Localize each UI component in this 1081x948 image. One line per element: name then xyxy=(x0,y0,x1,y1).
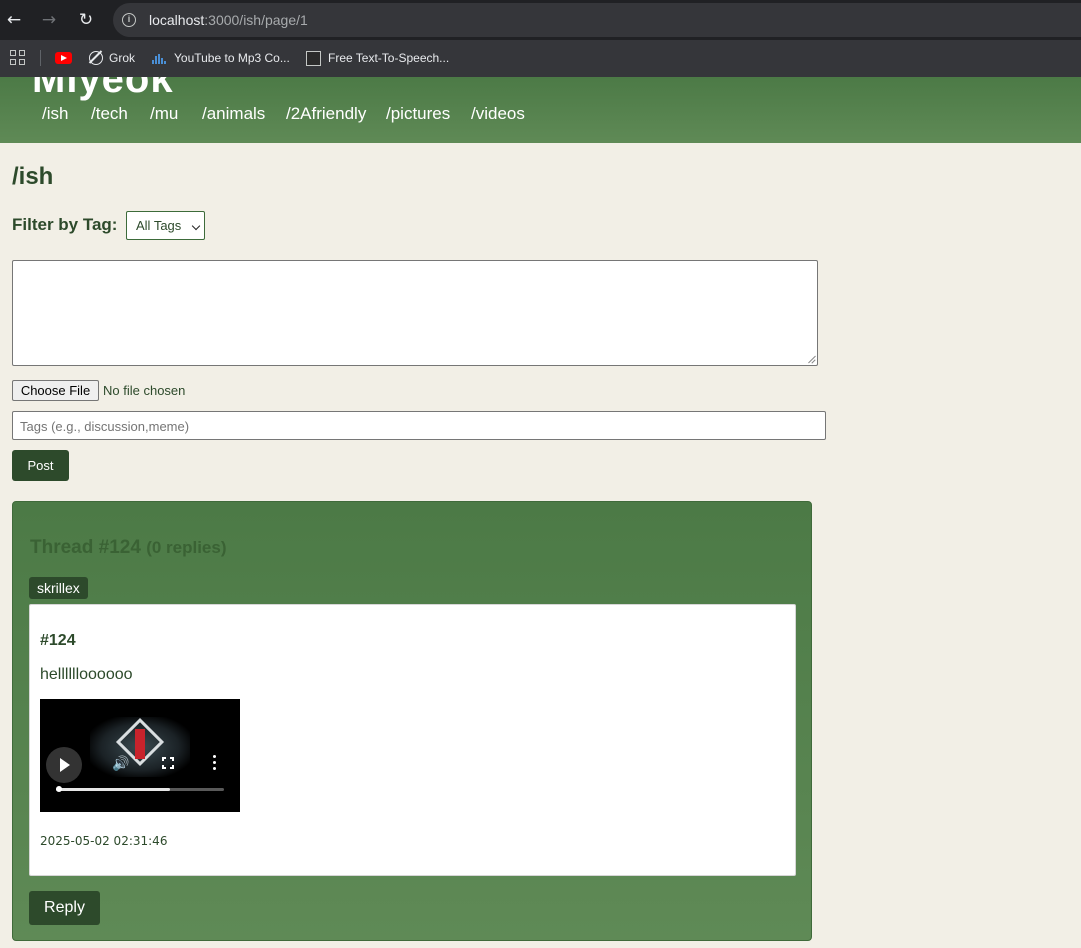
nav-link-2afriendly[interactable]: /2Afriendly xyxy=(286,104,366,124)
arrow-left-icon: ← xyxy=(6,10,22,30)
bookmarks-divider xyxy=(40,50,41,66)
tags-input[interactable]: Tags (e.g., discussion,meme) xyxy=(12,411,826,440)
thread-card: Thread #124 (0 replies) skrillex #124 he… xyxy=(12,501,812,941)
filter-label: Filter by Tag: xyxy=(12,215,118,234)
browser-toolbar: ← → ↻ i localhost:3000/ish/page/1 xyxy=(0,0,1081,40)
grok-icon xyxy=(89,51,103,65)
thread-title[interactable]: Thread #124 (0 replies) xyxy=(30,537,227,559)
reply-button[interactable]: Reply xyxy=(29,891,100,925)
play-icon[interactable] xyxy=(46,747,82,783)
tag-filter-value: All Tags xyxy=(136,218,182,233)
info-icon[interactable]: i xyxy=(122,13,136,27)
post-body: helllllloooooo xyxy=(40,666,133,683)
nav-link-ish[interactable]: /ish xyxy=(42,104,68,124)
thumbnail-red-mark xyxy=(135,729,145,759)
tags-placeholder: Tags (e.g., discussion,meme) xyxy=(20,419,190,434)
bookmark-grok[interactable]: Grok xyxy=(109,49,135,67)
chevron-down-icon xyxy=(191,221,201,231)
resize-grip-icon[interactable] xyxy=(807,355,815,363)
choose-file-button[interactable]: Choose File xyxy=(12,380,99,401)
bookmarks-bar: Grok YouTube to Mp3 Co... Free Text-To-S… xyxy=(0,40,1081,77)
thread-title-text: Thread #124 xyxy=(30,537,141,558)
arrow-right-icon: → xyxy=(41,10,57,30)
video-seek-bar[interactable] xyxy=(56,788,224,791)
post-textarea[interactable] xyxy=(12,260,818,366)
video-thumbnail xyxy=(90,717,190,777)
back-button[interactable]: ← xyxy=(2,8,26,32)
site-header: Miyeok /ish /tech /mu /animals /2Afriend… xyxy=(0,77,1081,143)
youtube-icon[interactable] xyxy=(55,52,72,64)
thread-reply-count: (0 replies) xyxy=(146,538,227,557)
bookmark-youtube-to-mp3[interactable]: YouTube to Mp3 Co... xyxy=(174,49,290,67)
video-seek-handle[interactable] xyxy=(56,786,62,792)
post-id[interactable]: #124 xyxy=(40,632,76,650)
more-options-icon[interactable] xyxy=(213,755,217,771)
address-bar[interactable]: i localhost:3000/ish/page/1 xyxy=(113,3,1081,37)
nav-link-mu[interactable]: /mu xyxy=(150,104,178,124)
board-title: /ish xyxy=(12,163,54,190)
forward-button[interactable]: → xyxy=(37,8,61,32)
nav-link-tech[interactable]: /tech xyxy=(91,104,128,124)
nav-link-pictures[interactable]: /pictures xyxy=(386,104,450,124)
fullscreen-icon[interactable] xyxy=(162,757,174,769)
post-timestamp: 2025-05-02 02:31:46 xyxy=(40,834,168,848)
tts-icon xyxy=(306,51,321,66)
bookmark-text-to-speech[interactable]: Free Text-To-Speech... xyxy=(328,49,449,67)
volume-icon[interactable]: 🔊 xyxy=(112,756,129,772)
video-player[interactable]: 🔊 xyxy=(40,699,240,812)
url-text[interactable]: localhost:3000/ish/page/1 xyxy=(149,12,308,28)
site-logo[interactable]: Miyeok xyxy=(32,77,174,102)
url-path: :3000/ish/page/1 xyxy=(204,12,308,28)
file-status-text: No file chosen xyxy=(103,383,186,398)
nav-link-videos[interactable]: /videos xyxy=(471,104,525,124)
audio-bars-icon xyxy=(152,54,166,64)
thread-tag-badge[interactable]: skrillex xyxy=(29,577,88,599)
post-button[interactable]: Post xyxy=(12,450,69,481)
url-host: localhost xyxy=(149,12,205,28)
video-seek-fill xyxy=(56,788,171,791)
reload-button[interactable]: ↻ xyxy=(74,8,98,32)
post-box: #124 helllllloooooo 🔊 2025-05-02 02:31:4… xyxy=(29,604,796,876)
apps-grid-icon[interactable] xyxy=(10,50,26,66)
reload-icon: ↻ xyxy=(78,10,94,30)
nav-link-animals[interactable]: /animals xyxy=(202,104,265,124)
tag-filter-select[interactable]: All Tags xyxy=(126,211,205,240)
